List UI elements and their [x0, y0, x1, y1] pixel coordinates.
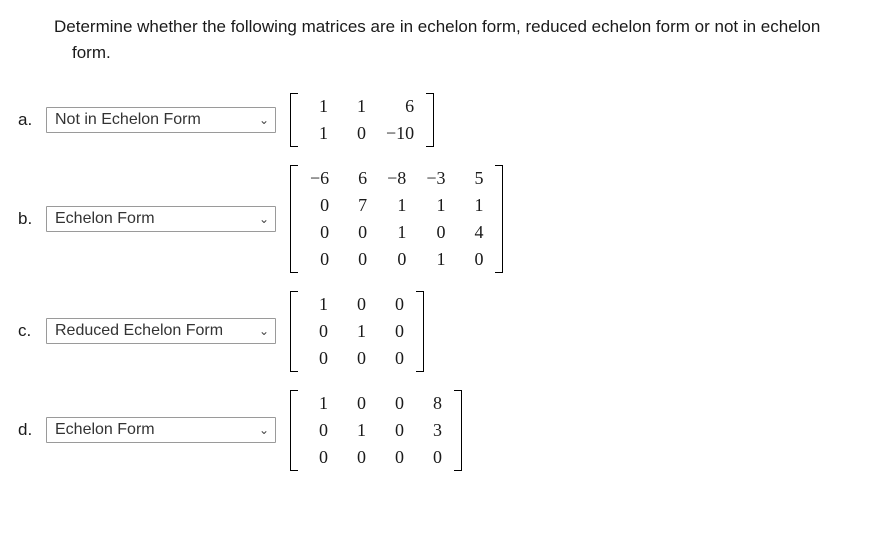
matrix-cell: 0 [376, 390, 414, 417]
matrix-cell: 1 [455, 192, 493, 219]
matrix-cell: 4 [455, 219, 493, 246]
chevron-down-icon: ⌄ [257, 324, 271, 338]
matrix-cell: 1 [416, 246, 455, 273]
select-value: Echelon Form [51, 421, 155, 439]
instruction-text: Determine whether the following matrices… [18, 14, 860, 67]
matrix-cell: 0 [300, 246, 339, 273]
select-value: Echelon Form [51, 210, 155, 228]
question-label: d. [18, 420, 42, 440]
matrix-cell: 1 [300, 390, 338, 417]
matrix-cell: 0 [338, 444, 376, 471]
echelon-form-select[interactable]: Reduced Echelon Form ⌄ [46, 318, 276, 344]
question-label: c. [18, 321, 42, 341]
matrix-cell: −10 [376, 120, 424, 147]
matrix-cell: 0 [300, 345, 338, 372]
matrix-cell: 0 [376, 444, 414, 471]
matrix-cell: 0 [300, 219, 339, 246]
matrix: 100801030000 [290, 390, 462, 471]
matrix-cell: 0 [338, 345, 376, 372]
select-value: Not in Echelon Form [51, 111, 201, 129]
matrix: 100010000 [290, 291, 424, 372]
matrix: −66−8−35071110010400010 [290, 165, 503, 273]
matrix-cell: 1 [377, 219, 416, 246]
matrix-cell: 3 [414, 417, 452, 444]
matrix-cell: −3 [416, 165, 455, 192]
matrix-cell: 1 [416, 192, 455, 219]
matrix-cell: 1 [338, 93, 376, 120]
matrix-cell: 0 [376, 291, 414, 318]
matrix-cell: 0 [300, 192, 339, 219]
matrix-cell: 0 [376, 318, 414, 345]
question-row-1: b.Echelon Form⌄−66−8−35071110010400010 [18, 165, 860, 273]
matrix-cell: 1 [377, 192, 416, 219]
matrix-cell: 0 [377, 246, 416, 273]
matrix-cell: 0 [416, 219, 455, 246]
matrix-cell: 0 [339, 219, 377, 246]
chevron-down-icon: ⌄ [257, 113, 271, 127]
matrix-cell: 6 [339, 165, 377, 192]
matrix-cell: 0 [338, 390, 376, 417]
matrix-cell: 1 [300, 120, 338, 147]
matrix-cell: 5 [455, 165, 493, 192]
echelon-form-select[interactable]: Echelon Form ⌄ [46, 417, 276, 443]
matrix-cell: 6 [376, 93, 424, 120]
chevron-down-icon: ⌄ [257, 423, 271, 437]
matrix-cell: 1 [338, 417, 376, 444]
question-row-0: a.Not in Echelon Form⌄11610−10 [18, 93, 860, 147]
matrix-cell: 0 [338, 291, 376, 318]
question-row-2: c.Reduced Echelon Form⌄100010000 [18, 291, 860, 372]
matrix-cell: 0 [455, 246, 493, 273]
matrix-cell: −8 [377, 165, 416, 192]
echelon-form-select[interactable]: Not in Echelon Form ⌄ [46, 107, 276, 133]
matrix-cell: 8 [414, 390, 452, 417]
matrix-cell: −6 [300, 165, 339, 192]
question-label: b. [18, 209, 42, 229]
matrix-cell: 0 [300, 417, 338, 444]
matrix-cell: 0 [300, 444, 338, 471]
matrix-cell: 0 [339, 246, 377, 273]
matrix-cell: 0 [376, 345, 414, 372]
question-row-3: d.Echelon Form⌄100801030000 [18, 390, 860, 471]
matrix-cell: 0 [300, 318, 338, 345]
matrix-cell: 0 [376, 417, 414, 444]
chevron-down-icon: ⌄ [257, 212, 271, 226]
select-value: Reduced Echelon Form [51, 322, 223, 340]
matrix-cell: 0 [414, 444, 452, 471]
matrix-cell: 0 [338, 120, 376, 147]
matrix-cell: 1 [300, 291, 338, 318]
echelon-form-select[interactable]: Echelon Form ⌄ [46, 206, 276, 232]
matrix-cell: 1 [300, 93, 338, 120]
question-label: a. [18, 110, 42, 130]
matrix-cell: 7 [339, 192, 377, 219]
matrix: 11610−10 [290, 93, 434, 147]
matrix-cell: 1 [338, 318, 376, 345]
